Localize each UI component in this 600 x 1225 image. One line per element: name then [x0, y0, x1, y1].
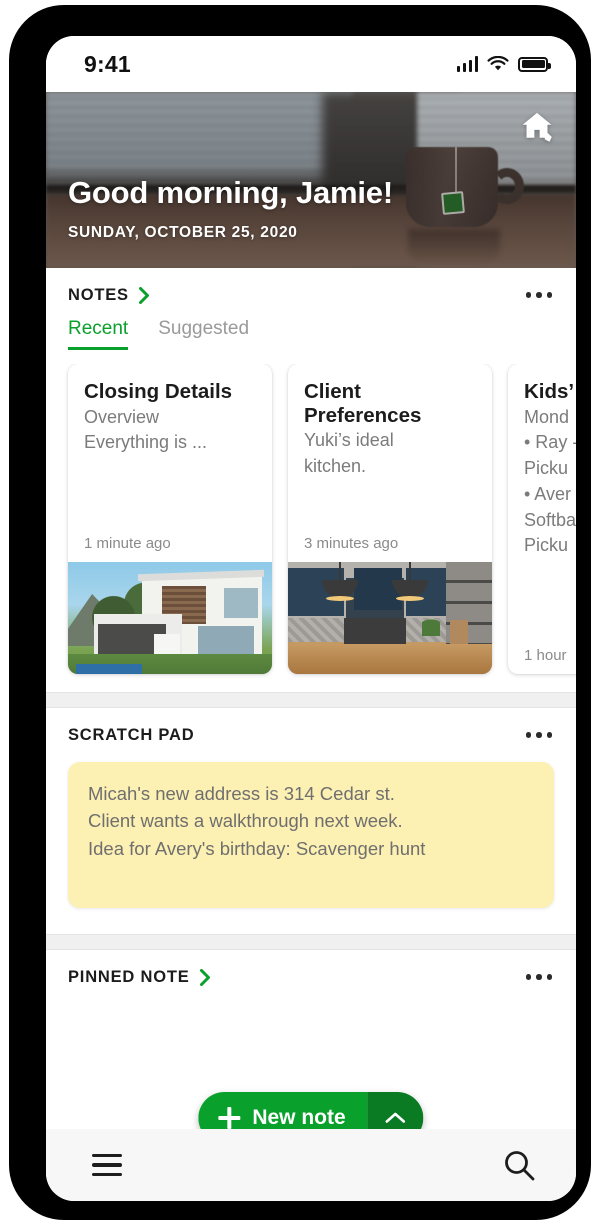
note-card-body: Closing Details Overview Everything is .… [68, 364, 272, 535]
pinned-note-title-group[interactable]: PINNED NOTE [68, 968, 211, 987]
note-card-snippet-line: kitchen. [304, 455, 367, 476]
note-card[interactable]: Closing Details Overview Everything is .… [68, 364, 272, 674]
note-card-body: Kids’ Mond • Ray - Picku • Aver Softba P… [508, 364, 576, 647]
wifi-icon [487, 56, 509, 71]
device-frame: 9:41 Good morning, Jamie! SUNDAY, OCTOBE… [10, 6, 590, 1219]
hero-date: SUNDAY, OCTOBER 25, 2020 [68, 224, 298, 241]
hamburger-menu-icon[interactable] [86, 1148, 128, 1183]
note-card-snippet-line: Picku [524, 458, 569, 479]
note-card-title: Kids’ [524, 380, 575, 403]
plus-icon [218, 1107, 241, 1129]
home-edit-icon[interactable] [520, 110, 554, 142]
hero-text-block: Good morning, Jamie! SUNDAY, OCTOBER 25,… [68, 175, 393, 242]
note-card-snippet-line: Yuki’s ideal [304, 430, 394, 451]
note-card-timestamp: 1 minute ago [84, 535, 171, 552]
note-card-snippet-line: • Aver [524, 483, 571, 504]
scratch-pad-textarea[interactable]: Micah's new address is 314 Cedar st. Cli… [68, 762, 554, 908]
note-card-body: Client Preferences Yuki’s ideal kitchen. [288, 364, 492, 535]
note-card-timestamp: 3 minutes ago [304, 535, 399, 552]
hero-greeting: Good morning, Jamie! [68, 175, 393, 210]
tab-suggested[interactable]: Suggested [158, 318, 249, 350]
bottom-navigation-bar [46, 1129, 576, 1201]
hero-banner: Good morning, Jamie! SUNDAY, OCTOBER 25,… [46, 92, 576, 268]
note-card-timestamp: 1 hour [524, 647, 567, 664]
section-divider-band [46, 934, 576, 950]
note-card-snippet-line: Everything is ... [84, 432, 208, 453]
note-card-image-kitchen [288, 562, 492, 674]
note-card[interactable]: Client Preferences Yuki’s ideal kitchen.… [288, 364, 492, 674]
section-divider-band [46, 692, 576, 708]
note-card-snippet-line: • Ray - [524, 432, 576, 453]
notes-tabs: Recent Suggested [46, 318, 576, 350]
note-card-snippet-line: Picku [524, 535, 569, 556]
scratch-pad-header: SCRATCH PAD [46, 708, 576, 762]
pinned-note-overflow-menu[interactable] [524, 964, 555, 990]
status-bar-icons [456, 56, 551, 72]
note-card-image-house [68, 562, 272, 674]
chevron-right-icon[interactable] [199, 968, 211, 986]
note-card-snippet-line: Mond [524, 406, 570, 427]
battery-full-icon [518, 56, 551, 72]
cellular-signal-icon [456, 56, 478, 72]
notes-card-rail[interactable]: Closing Details Overview Everything is .… [46, 364, 576, 692]
notes-title: NOTES [68, 285, 129, 304]
new-note-label: New note [252, 1106, 346, 1129]
note-card-title: Client Preferences [304, 380, 422, 427]
scratch-pad-line: Idea for Avery's birthday: Scavenger hun… [88, 837, 426, 859]
scratch-pad-title: SCRATCH PAD [68, 725, 195, 744]
scratch-pad-overflow-menu[interactable] [524, 722, 555, 748]
status-bar-time: 9:41 [84, 50, 131, 77]
scratch-pad-line: Client wants a walkthrough next week. [88, 810, 403, 832]
chevron-right-icon[interactable] [138, 286, 150, 304]
notes-section-header: NOTES [46, 268, 576, 322]
scratch-pad-line: Micah's new address is 314 Cedar st. [88, 783, 395, 804]
search-icon[interactable] [502, 1148, 536, 1182]
pinned-note-title: PINNED NOTE [68, 967, 190, 986]
pinned-note-header: PINNED NOTE [46, 950, 576, 1004]
note-card-snippet-line: Overview [84, 406, 160, 427]
note-card-snippet-line: Softba [524, 509, 576, 530]
notes-overflow-menu[interactable] [524, 282, 555, 308]
status-bar: 9:41 [46, 36, 576, 92]
tab-recent[interactable]: Recent [68, 318, 129, 350]
chevron-up-icon [385, 1112, 406, 1123]
phone-screen: 9:41 Good morning, Jamie! SUNDAY, OCTOBE… [46, 36, 576, 1201]
scratch-pad-title-group: SCRATCH PAD [68, 726, 194, 745]
note-card-title: Closing Details [84, 380, 233, 403]
notes-title-group[interactable]: NOTES [68, 286, 150, 305]
note-card[interactable]: Kids’ Mond • Ray - Picku • Aver Softba P… [508, 364, 576, 674]
